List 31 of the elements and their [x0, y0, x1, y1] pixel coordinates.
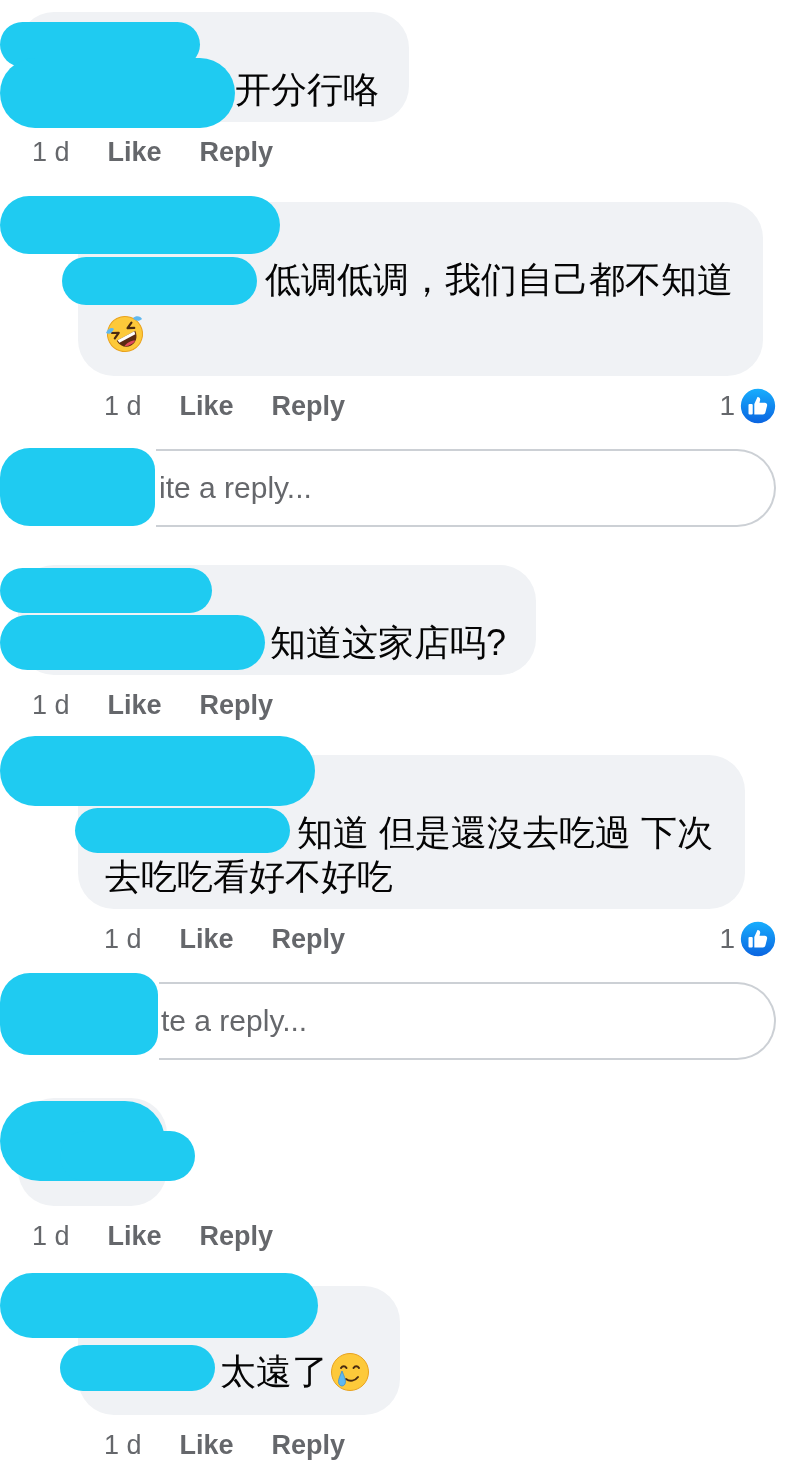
reaction-count: 1	[719, 390, 735, 422]
reply-button[interactable]: Reply	[271, 1429, 346, 1461]
reply-button[interactable]: Reply	[271, 923, 346, 955]
like-button[interactable]: Like	[107, 1220, 162, 1252]
timestamp: 1 d	[104, 390, 142, 422]
reaction-count: 1	[719, 923, 735, 955]
comment-text: 开分行咯	[235, 68, 379, 112]
like-button[interactable]: Like	[179, 1429, 234, 1461]
thumbs-up-icon	[739, 387, 777, 425]
reply-button[interactable]: Reply	[271, 390, 346, 422]
like-button[interactable]: Like	[107, 689, 162, 721]
timestamp: 1 d	[104, 923, 142, 955]
timestamp: 1 d	[32, 689, 70, 721]
reply-button[interactable]: Reply	[199, 136, 274, 168]
like-button[interactable]: Like	[179, 923, 234, 955]
comment-text: 太遠了	[220, 1350, 328, 1394]
reply-button[interactable]: Reply	[199, 689, 274, 721]
comment-text: 低调低调，我们自己都不知道	[265, 258, 733, 302]
timestamp: 1 d	[32, 1220, 70, 1252]
like-button[interactable]: Like	[179, 390, 234, 422]
reply-button[interactable]: Reply	[199, 1220, 274, 1252]
reply-field[interactable]: te a reply...	[159, 982, 776, 1060]
comment-text: 知道 但是還沒去吃過 下次去吃吃看好不好吃	[105, 811, 714, 899]
thumbs-up-icon	[739, 920, 777, 958]
smiling-tear-emoji-icon	[330, 1352, 370, 1392]
timestamp: 1 d	[32, 136, 70, 168]
like-button[interactable]: Like	[107, 136, 162, 168]
rolling-laughing-emoji-icon	[105, 314, 145, 354]
timestamp: 1 d	[104, 1429, 142, 1461]
reply-field[interactable]: ite a reply...	[156, 449, 776, 527]
comment-text: 知道这家店吗?	[270, 621, 507, 665]
